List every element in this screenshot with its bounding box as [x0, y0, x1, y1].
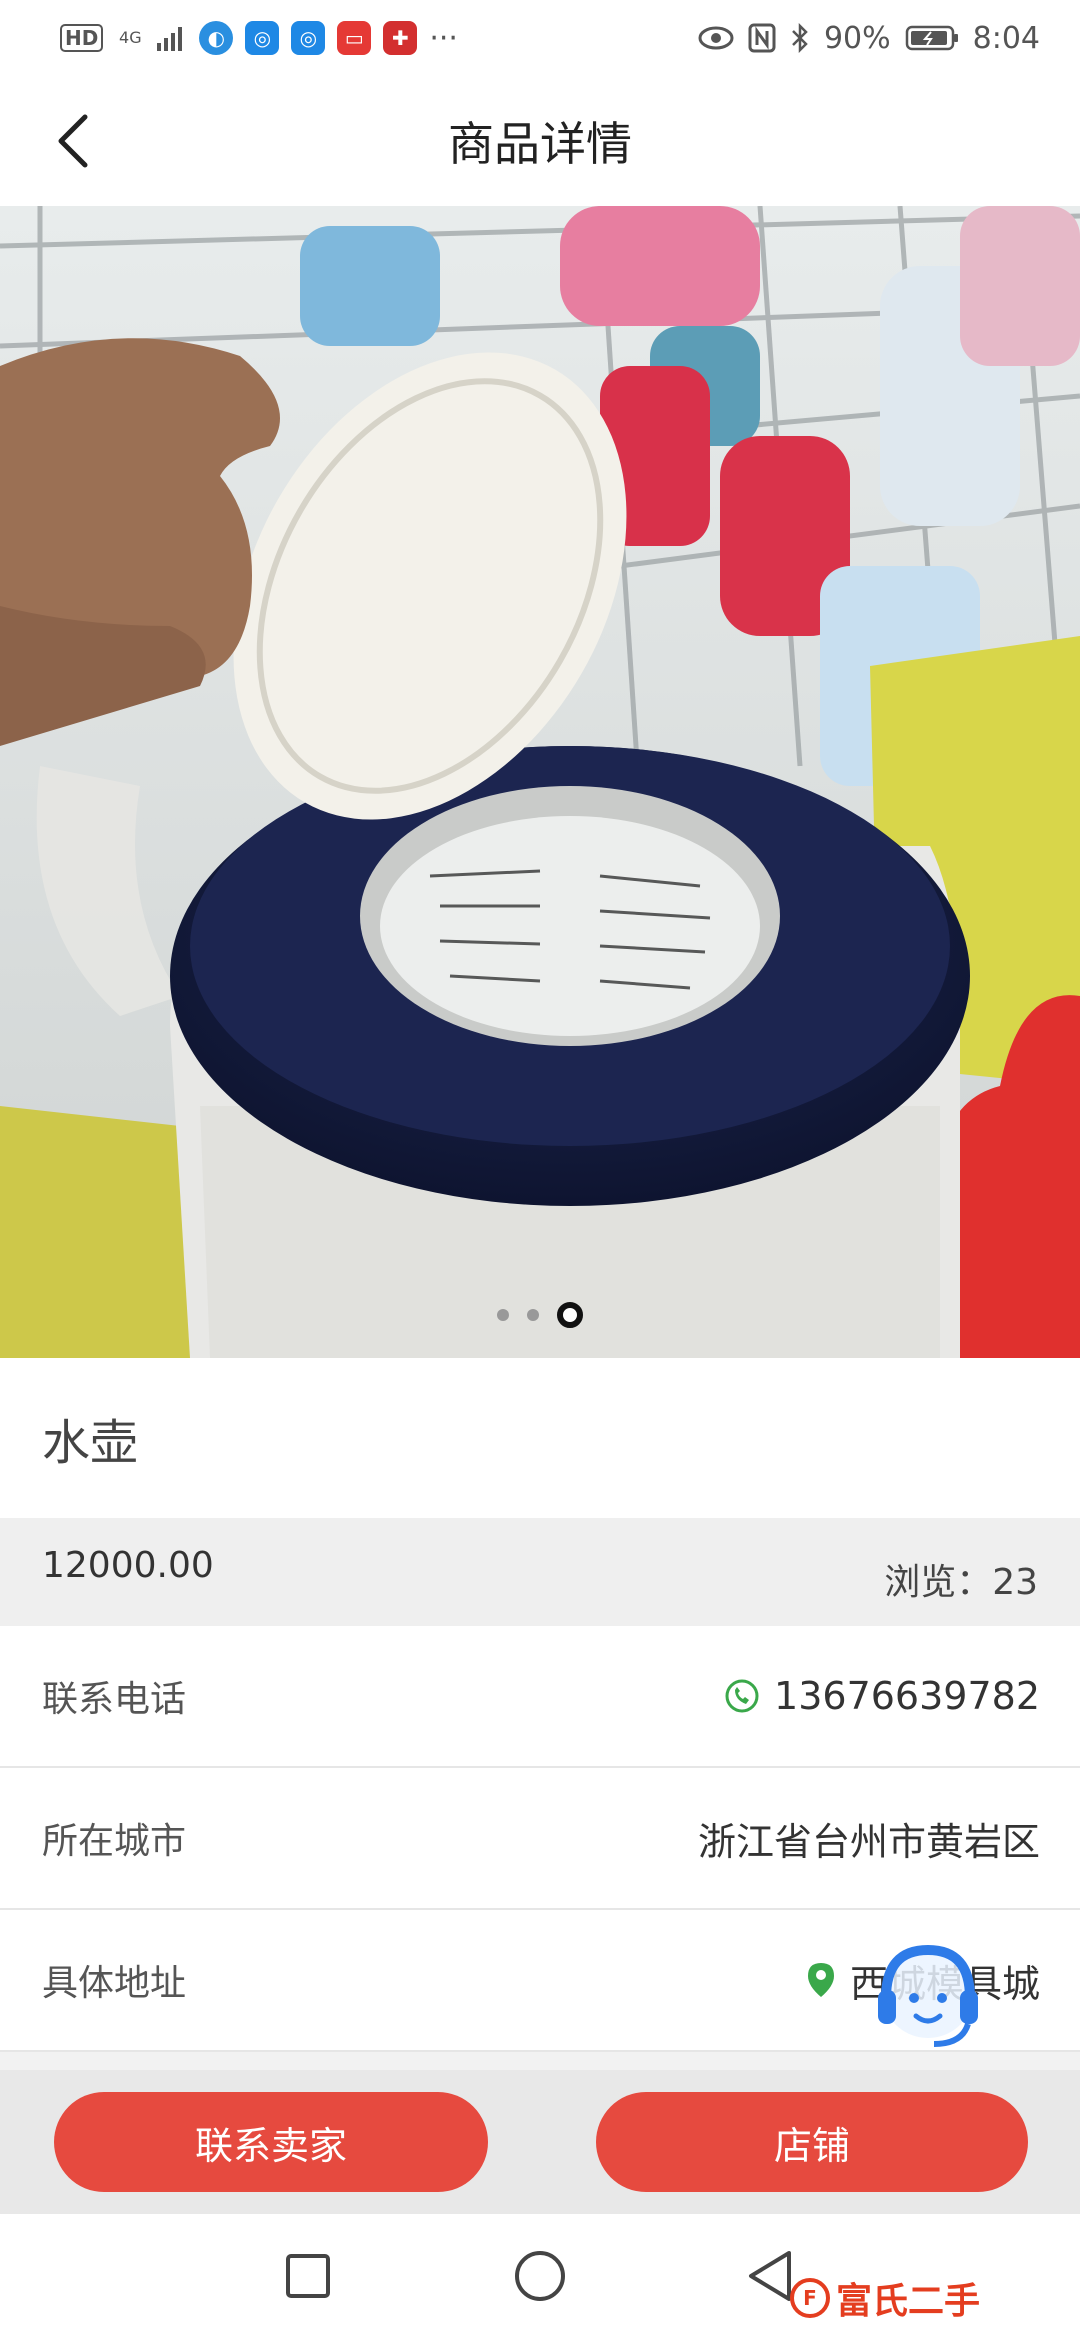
- status-bar: HD 4G ◐ ◎ ◎ ▭ ✚ ··· 90% 8:04: [0, 0, 1080, 76]
- status-right: 90% 8:04: [698, 21, 1040, 56]
- chevron-left-icon: [58, 114, 88, 168]
- contact-phone-value[interactable]: 13676639782: [774, 1674, 1040, 1718]
- hd-icon: HD: [60, 24, 104, 52]
- carousel-dot-active[interactable]: [557, 1302, 583, 1328]
- eye-icon: [698, 26, 734, 50]
- view-count: 浏览：23: [884, 1562, 1038, 1603]
- phone-icon: [725, 1679, 759, 1713]
- location-pin-icon: [807, 1963, 834, 1997]
- weibo-icon: ◎: [245, 21, 280, 55]
- clock: 8:04: [972, 20, 1040, 56]
- qq-browser-icon: ◐: [199, 21, 234, 55]
- page-title: 商品详情: [448, 117, 632, 171]
- network-label: 4G: [119, 28, 142, 47]
- contact-phone-row[interactable]: 联系电话 13676639782: [0, 1626, 1080, 1768]
- health-app-icon: ✚: [383, 21, 418, 55]
- carousel-dot[interactable]: [527, 1309, 539, 1321]
- product-title-row: 水壶: [0, 1358, 1080, 1518]
- city-label: 所在城市: [42, 1821, 187, 1862]
- product-photo: [0, 206, 1080, 1358]
- contact-phone-label: 联系电话: [42, 1679, 187, 1720]
- address-label: 具体地址: [42, 1963, 187, 2004]
- carousel-indicator: [0, 1302, 1080, 1328]
- triangle-back-icon: [749, 2251, 791, 2301]
- recent-apps-button[interactable]: [276, 2244, 340, 2308]
- bluetooth-icon: [790, 23, 810, 53]
- network-type: 4G: [115, 28, 145, 47]
- more-notifications-icon: ···: [429, 20, 458, 56]
- contact-phone-value-wrap[interactable]: 13676639782: [724, 1674, 1040, 1718]
- page-header: 商品详情: [0, 76, 1080, 206]
- contact-seller-button[interactable]: 联系卖家: [54, 2092, 488, 2192]
- home-button[interactable]: [508, 2244, 572, 2308]
- battery-icon: [905, 24, 959, 52]
- book-icon: ▭: [337, 21, 372, 55]
- status-left: HD 4G ◐ ◎ ◎ ▭ ✚ ···: [60, 21, 458, 56]
- product-price: 12000.00: [42, 1544, 214, 1586]
- price-row: 12000.00 浏览：23: [0, 1518, 1080, 1626]
- product-title: 水壶: [42, 1415, 139, 1471]
- battery-percent: 90%: [823, 20, 891, 56]
- customer-service-icon: [878, 1944, 978, 2047]
- back-button[interactable]: [38, 106, 108, 176]
- brand-name: 富氏二手: [836, 2281, 981, 2322]
- brand-watermark: F 富氏二手: [790, 2272, 980, 2324]
- weibo-icon: ◎: [291, 21, 326, 55]
- signal-icon: [157, 25, 187, 51]
- city-value: 浙江省台州市黄岩区: [697, 1819, 1040, 1864]
- brand-logo-icon: F: [790, 2278, 830, 2318]
- shop-button[interactable]: 店铺: [596, 2092, 1028, 2192]
- nfc-icon: [748, 23, 776, 53]
- carousel-dot[interactable]: [497, 1309, 509, 1321]
- bottom-action-bar: 联系卖家 店铺: [0, 2070, 1080, 2214]
- circle-icon: [515, 2251, 565, 2301]
- square-icon: [286, 2254, 330, 2298]
- product-image-carousel[interactable]: [0, 206, 1080, 1358]
- city-row: 所在城市 浙江省台州市黄岩区: [0, 1768, 1080, 1910]
